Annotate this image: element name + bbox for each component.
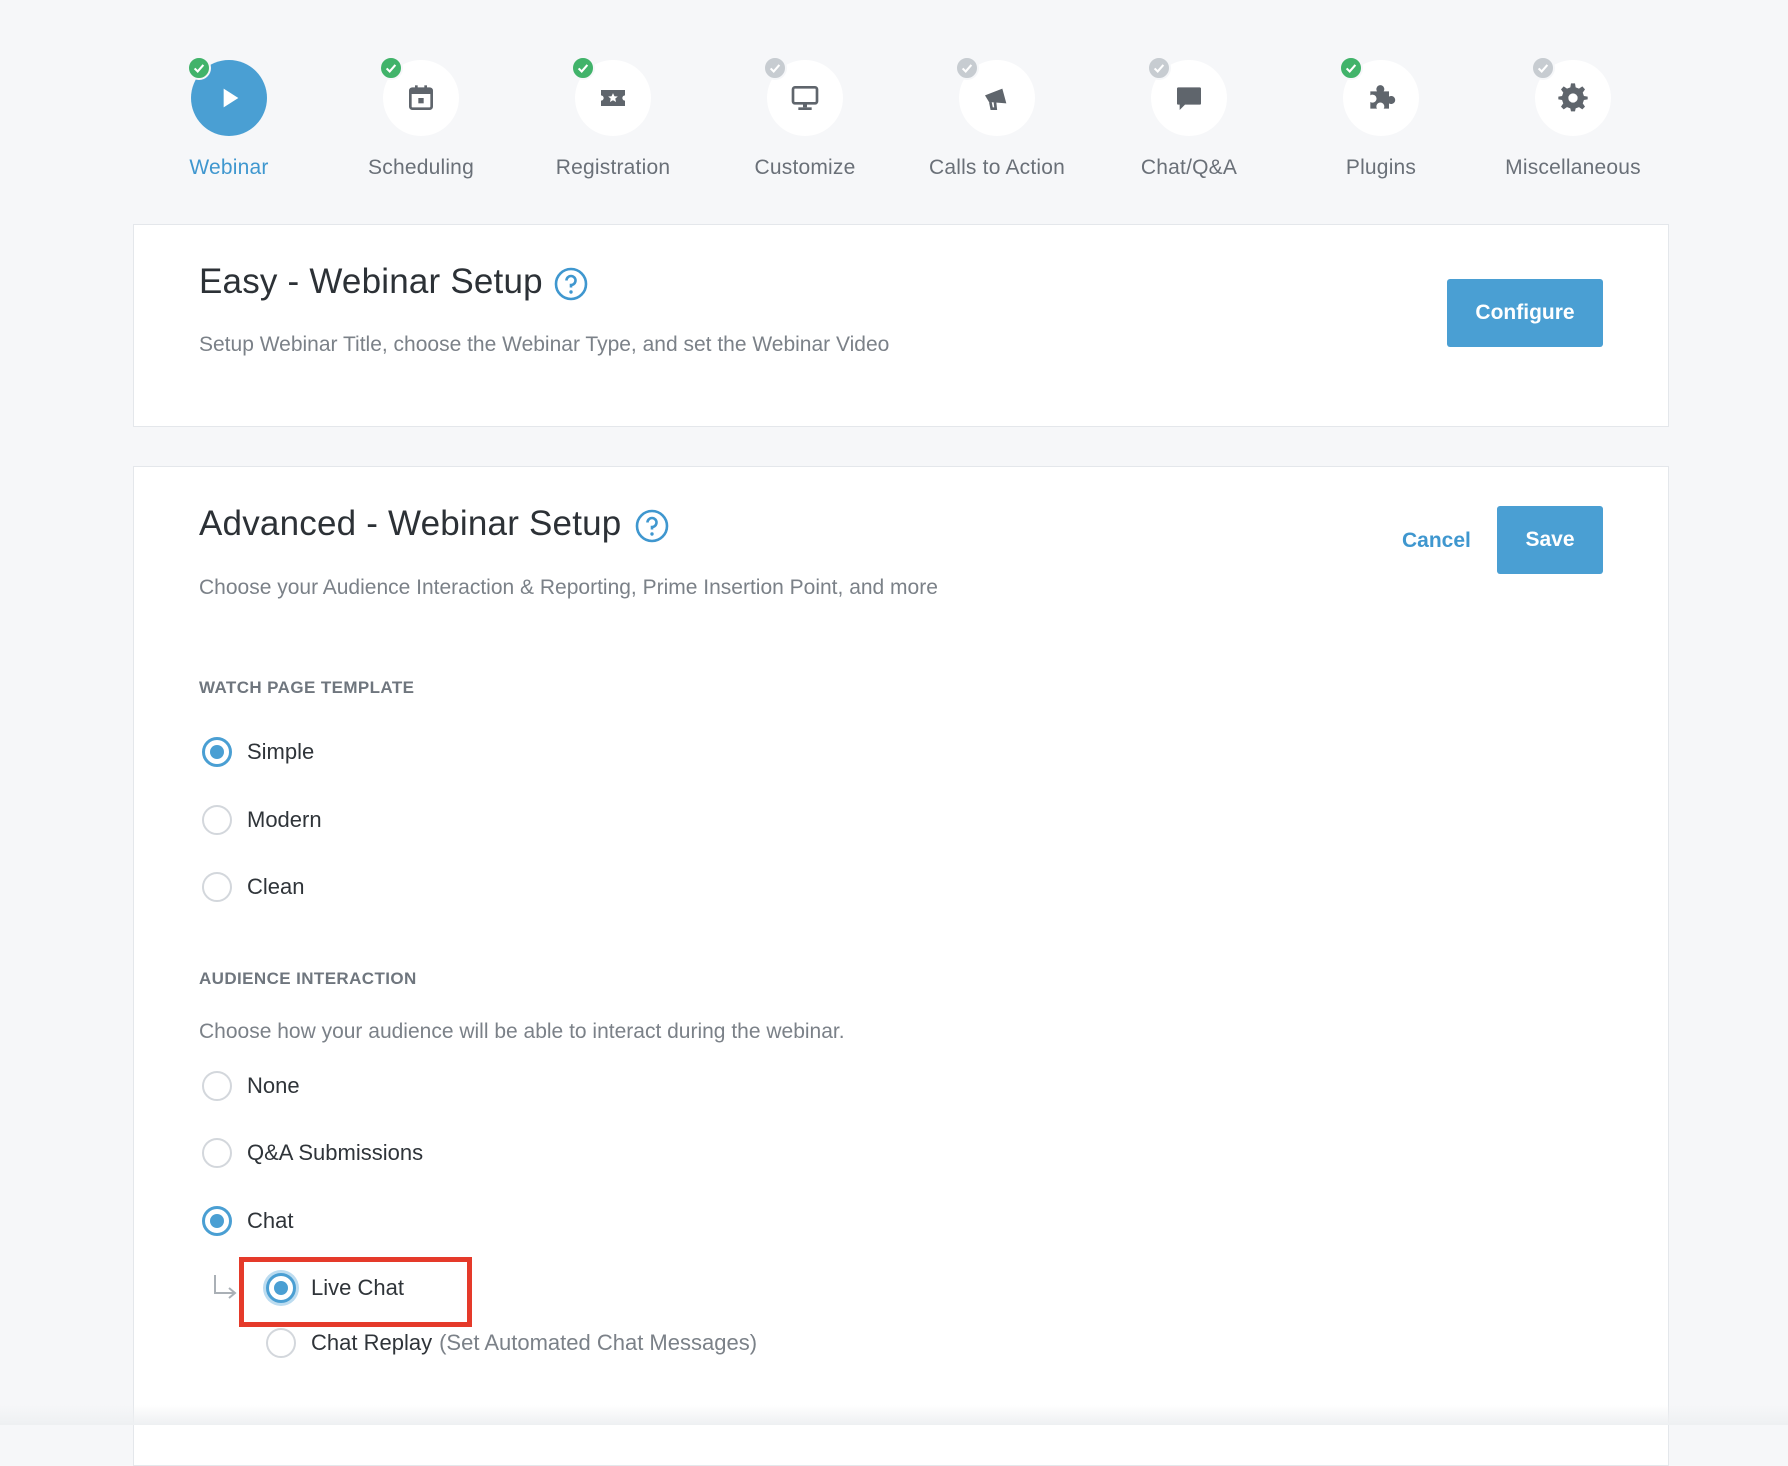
help-icon[interactable] [635,509,669,543]
step-calls-to-action-circle [955,56,1035,136]
easy-setup-card: Easy - Webinar Setup Setup Webinar Title… [133,224,1669,427]
ticket-icon [601,90,625,106]
radio-button[interactable] [202,1206,232,1236]
check-icon [1339,56,1363,80]
step-miscellaneous-circle [1531,56,1611,136]
radio-label: Q&A Submissions [247,1140,424,1165]
step-label: Miscellaneous [1505,156,1641,179]
radio-option-modern[interactable]: Modern [202,805,322,835]
check-icon [955,56,979,80]
advanced-setup-description: Choose your Audience Interaction & Repor… [199,576,938,599]
audience-interaction-description: Choose how your audience will be able to… [199,1020,845,1043]
play-icon [223,88,239,108]
radio-button[interactable] [202,805,232,835]
step-label: Calls to Action [928,156,1066,179]
help-icon[interactable] [554,267,588,301]
radio-label: Modern [247,807,322,832]
chat-bubble-icon [1177,87,1201,110]
check-icon [187,56,211,80]
check-icon [1147,56,1171,80]
puzzle-icon [1370,85,1396,109]
step-customize[interactable]: Customize [705,56,905,180]
radio-label: Simple [247,739,315,764]
configure-button[interactable]: Configure [1447,279,1603,347]
bottom-shade [0,1405,1788,1425]
radio-button[interactable] [202,872,232,902]
radio-option-simple[interactable]: Simple [202,737,314,767]
megaphone-icon [985,88,1007,110]
setup-stepper: Webinar Scheduling Registration Customiz… [0,0,1788,190]
check-icon [763,56,787,80]
radio-hint: (Set Automated Chat Messages) [439,1330,758,1355]
step-label: Webinar [189,156,269,179]
radio-button[interactable] [202,1138,232,1168]
calendar-icon [409,85,433,110]
step-label: Chat/Q&A [1140,156,1238,179]
step-plugins[interactable]: Plugins [1281,56,1481,180]
step-registration[interactable]: Registration [513,56,713,180]
highlight-box [239,1257,472,1327]
step-label: Customize [754,156,856,179]
step-label: Plugins [1345,156,1417,179]
step-plugins-circle [1339,56,1419,136]
step-chat-qa-circle [1147,56,1227,136]
step-customize-circle [763,56,843,136]
check-icon [571,56,595,80]
step-scheduling[interactable]: Scheduling [321,56,521,180]
radio-label: Chat [247,1208,294,1233]
step-webinar-circle [187,56,267,136]
easy-setup-description: Setup Webinar Title, choose the Webinar … [199,333,890,356]
radio-option-clean[interactable]: Clean [202,872,304,902]
step-webinar[interactable]: Webinar [129,56,329,180]
step-chat-qa[interactable]: Chat/Q&A [1089,56,1289,180]
radio-button[interactable] [202,1071,232,1101]
save-button[interactable]: Save [1497,506,1603,574]
step-scheduling-circle [379,56,459,136]
watch-template-heading: WATCH PAGE TEMPLATE [199,678,415,697]
step-label: Scheduling [368,156,474,179]
gear-icon [1558,83,1588,112]
advanced-setup-card: Advanced - Webinar Setup Choose your Aud… [133,466,1669,1466]
check-icon [379,56,403,80]
step-miscellaneous[interactable]: Miscellaneous [1473,56,1673,180]
step-calls-to-action[interactable]: Calls to Action [897,56,1097,180]
radio-button[interactable] [266,1328,296,1358]
cancel-button[interactable]: Cancel [1402,529,1471,553]
monitor-icon [791,86,819,110]
step-registration-circle [571,56,651,136]
easy-setup-title: Easy - Webinar Setup [199,262,543,301]
radio-label: None [247,1073,300,1098]
radio-option-none[interactable]: None [202,1071,300,1101]
check-icon [1531,56,1555,80]
sub-option-arrow-icon [214,1275,237,1299]
advanced-setup-title: Advanced - Webinar Setup [199,504,622,543]
radio-option-qa-submissions[interactable]: Q&A Submissions [202,1138,423,1168]
radio-label: Clean [247,874,305,899]
radio-option-chat-replay[interactable]: Chat Replay (Set Automated Chat Messages… [266,1328,757,1358]
radio-label: Chat Replay [311,1330,433,1355]
radio-option-chat[interactable]: Chat [202,1206,293,1236]
step-label: Registration [555,156,671,179]
radio-button[interactable] [202,737,232,767]
audience-interaction-heading: AUDIENCE INTERACTION [199,969,417,988]
